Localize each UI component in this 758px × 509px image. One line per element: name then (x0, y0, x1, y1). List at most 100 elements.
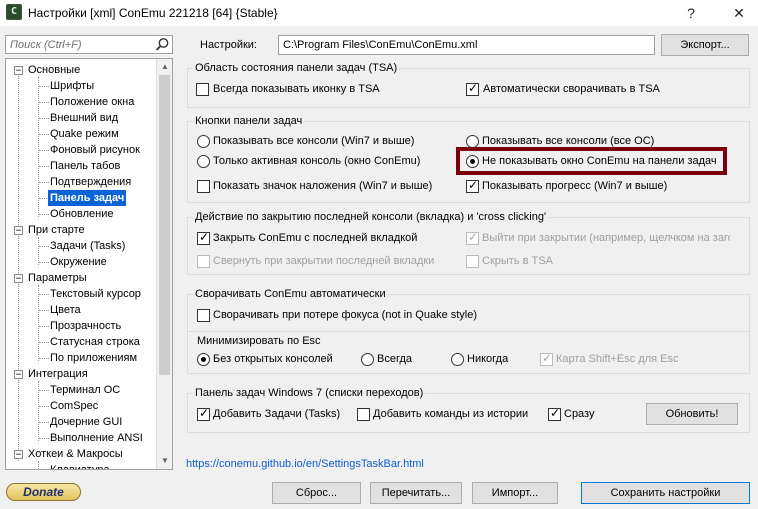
divider (188, 331, 749, 332)
tree-item-quake[interactable]: Quake режим (50, 126, 119, 142)
settings-path-field[interactable]: C:\Program Files\ConEmu\ConEmu.xml (278, 35, 655, 55)
donate-button[interactable]: Donate (6, 483, 81, 501)
tree-item-osnovnye[interactable]: Основные (28, 62, 80, 78)
minimize-on-focus-loss-checkbox[interactable] (197, 309, 210, 322)
tree-item-appearance[interactable]: Внешний вид (50, 110, 118, 126)
tree-item-app-distinct[interactable]: По приложениям (50, 350, 137, 366)
jumplist-group-title: Панель задач Windows 7 (списки переходов… (193, 386, 426, 400)
close-with-last-tab-label[interactable]: Закрыть ConEmu с последней вкладкой (213, 231, 417, 245)
search-input[interactable]: Поиск (Ctrl+F) (5, 35, 173, 54)
reset-button[interactable]: Сброс... (272, 482, 361, 504)
minimize-on-focus-loss-label[interactable]: Сворачивать при потере фокуса (not in Qu… (213, 308, 477, 322)
tree-item-colors[interactable]: Цвета (50, 302, 81, 318)
search-icon[interactable] (155, 37, 170, 52)
show-progress-checkbox[interactable]: ✓ (466, 178, 479, 193)
esc-never-radio[interactable] (451, 353, 464, 366)
esc-minimize-title: Минимизировать по Esc (197, 335, 321, 347)
show-all-win7-label[interactable]: Показывать все консоли (Win7 и выше) (213, 134, 414, 148)
check-icon: ✓ (468, 230, 479, 244)
close-action-group-title: Действие по закрытию последней консоли (… (193, 210, 549, 224)
import-button[interactable]: Импорт... (472, 482, 558, 504)
search-placeholder: Поиск (Ctrl+F) (10, 39, 82, 51)
taskbar-buttons-group-title: Кнопки панели задач (193, 114, 305, 128)
export-button[interactable]: Экспорт... (661, 34, 749, 56)
collapse-icon[interactable]: − (14, 274, 23, 284)
add-tasks-label[interactable]: Добавить Задачи (Tasks) (213, 407, 340, 421)
esc-always-radio[interactable] (361, 353, 374, 366)
esc-always-label[interactable]: Всегда (377, 352, 412, 366)
check-icon: ✓ (199, 230, 210, 244)
check-icon: ✓ (468, 178, 479, 192)
tree-item-background[interactable]: Фоновый рисунок (50, 142, 140, 158)
tree-item-parameters[interactable]: Параметры (28, 270, 87, 286)
tree-item-environment[interactable]: Окружение (50, 254, 107, 270)
scroll-up-arrow-icon[interactable]: ▲ (157, 59, 172, 75)
overlay-icon-label[interactable]: Показать значок наложения (Win7 и выше) (213, 179, 432, 193)
reload-button[interactable]: Перечитать... (370, 482, 462, 504)
tree-item-tab-bar[interactable]: Панель табов (50, 158, 120, 174)
overlay-icon-checkbox[interactable] (197, 180, 210, 193)
settings-tree: − Основные Шрифты Положение окна Внешний… (5, 58, 173, 470)
collapse-icon[interactable]: − (14, 66, 23, 76)
minimize-on-close-label: Свернуть при закрытии последней вкладки (213, 255, 435, 267)
tree-item-transparency[interactable]: Прозрачность (50, 318, 121, 334)
tree-guide-line (38, 461, 39, 469)
tree-item-comspec[interactable]: ComSpec (50, 398, 98, 414)
esc-no-consoles-radio[interactable] (197, 353, 210, 366)
close-with-last-tab-checkbox[interactable]: ✓ (197, 230, 210, 245)
settings-path-label: Настройки: (200, 39, 257, 51)
hide-to-tsa-label: Скрыть в TSA (482, 255, 553, 267)
always-show-tsa-icon-checkbox[interactable] (196, 83, 209, 96)
tree-item-fonts[interactable]: Шрифты (50, 78, 94, 94)
show-all-win7-radio[interactable] (197, 135, 210, 148)
esc-never-label[interactable]: Никогда (467, 352, 508, 366)
tree-item-window-position[interactable]: Положение окна (50, 94, 134, 110)
conemu-app-icon: C (6, 4, 22, 20)
add-history-checkbox[interactable] (357, 408, 370, 421)
help-link[interactable]: https://conemu.github.io/en/SettingsTask… (186, 458, 424, 470)
tree-item-ansi[interactable]: Выполнение ANSI (50, 430, 143, 446)
tree-item-text-cursor[interactable]: Текстовый курсор (50, 286, 141, 302)
add-tasks-checkbox[interactable]: ✓ (197, 406, 210, 421)
check-icon: ✓ (542, 351, 553, 365)
collapse-icon[interactable]: − (14, 450, 23, 460)
show-progress-label[interactable]: Показывать прогресс (Win7 и выше) (482, 179, 667, 193)
scroll-down-arrow-icon[interactable]: ▼ (157, 453, 172, 469)
tree-item-terminal[interactable]: Терминал ОС (50, 382, 120, 398)
exit-on-close-label: Выйти при закрытии (например, щелчком на… (482, 232, 730, 244)
update-jumplist-button[interactable]: Обновить! (646, 403, 738, 425)
add-history-label[interactable]: Добавить команды из истории (373, 407, 528, 421)
check-icon: ✓ (468, 81, 479, 95)
scrollbar-thumb[interactable] (159, 75, 170, 375)
tree-item-update[interactable]: Обновление (50, 206, 114, 222)
auto-minimize-tsa-checkbox[interactable]: ✓ (466, 81, 479, 96)
tree-item-taskbar[interactable]: Панель задач (48, 190, 127, 206)
show-all-os-label[interactable]: Показывать все консоли (все ОС) (482, 134, 654, 148)
collapse-icon[interactable]: − (14, 226, 23, 236)
exit-on-close-checkbox: ✓ (466, 230, 479, 245)
active-console-only-radio[interactable] (197, 155, 210, 168)
tree-scrollbar[interactable]: ▲ ▼ (156, 59, 172, 469)
tree-item-keyboard[interactable]: Клавиатура (50, 462, 110, 469)
immediately-checkbox[interactable]: ✓ (548, 406, 561, 421)
tree-item-child-gui[interactable]: Дочерние GUI (50, 414, 122, 430)
radio-dot-icon (201, 357, 206, 362)
collapse-icon[interactable]: − (14, 370, 23, 380)
esc-no-consoles-label[interactable]: Без открытых консолей (213, 352, 333, 366)
always-show-tsa-icon-label[interactable]: Всегда показывать иконку в TSA (213, 82, 380, 96)
help-button[interactable]: ? (676, 2, 706, 24)
title-bar: C Настройки [xml] ConEmu 221218 [64] {St… (0, 0, 758, 26)
tree-item-integration[interactable]: Интеграция (28, 366, 88, 382)
save-settings-button[interactable]: Сохранить настройки (581, 482, 750, 504)
tree-item-confirmations[interactable]: Подтверждения (50, 174, 131, 190)
active-console-only-label[interactable]: Только активная консоль (окно ConEmu) (213, 154, 420, 168)
close-button[interactable]: ✕ (724, 2, 754, 24)
auto-minimize-tsa-label[interactable]: Автоматически сворачивать в TSA (483, 82, 660, 96)
tree-item-tasks[interactable]: Задачи (Tasks) (50, 238, 125, 254)
check-icon: ✓ (550, 406, 561, 420)
tree-item-status-bar[interactable]: Статусная строка (50, 334, 140, 350)
immediately-label[interactable]: Сразу (564, 407, 594, 421)
tree-item-startup[interactable]: При старте (28, 222, 85, 238)
tree-item-hotkeys[interactable]: Хоткеи & Макросы (28, 446, 123, 462)
check-icon: ✓ (199, 406, 210, 420)
